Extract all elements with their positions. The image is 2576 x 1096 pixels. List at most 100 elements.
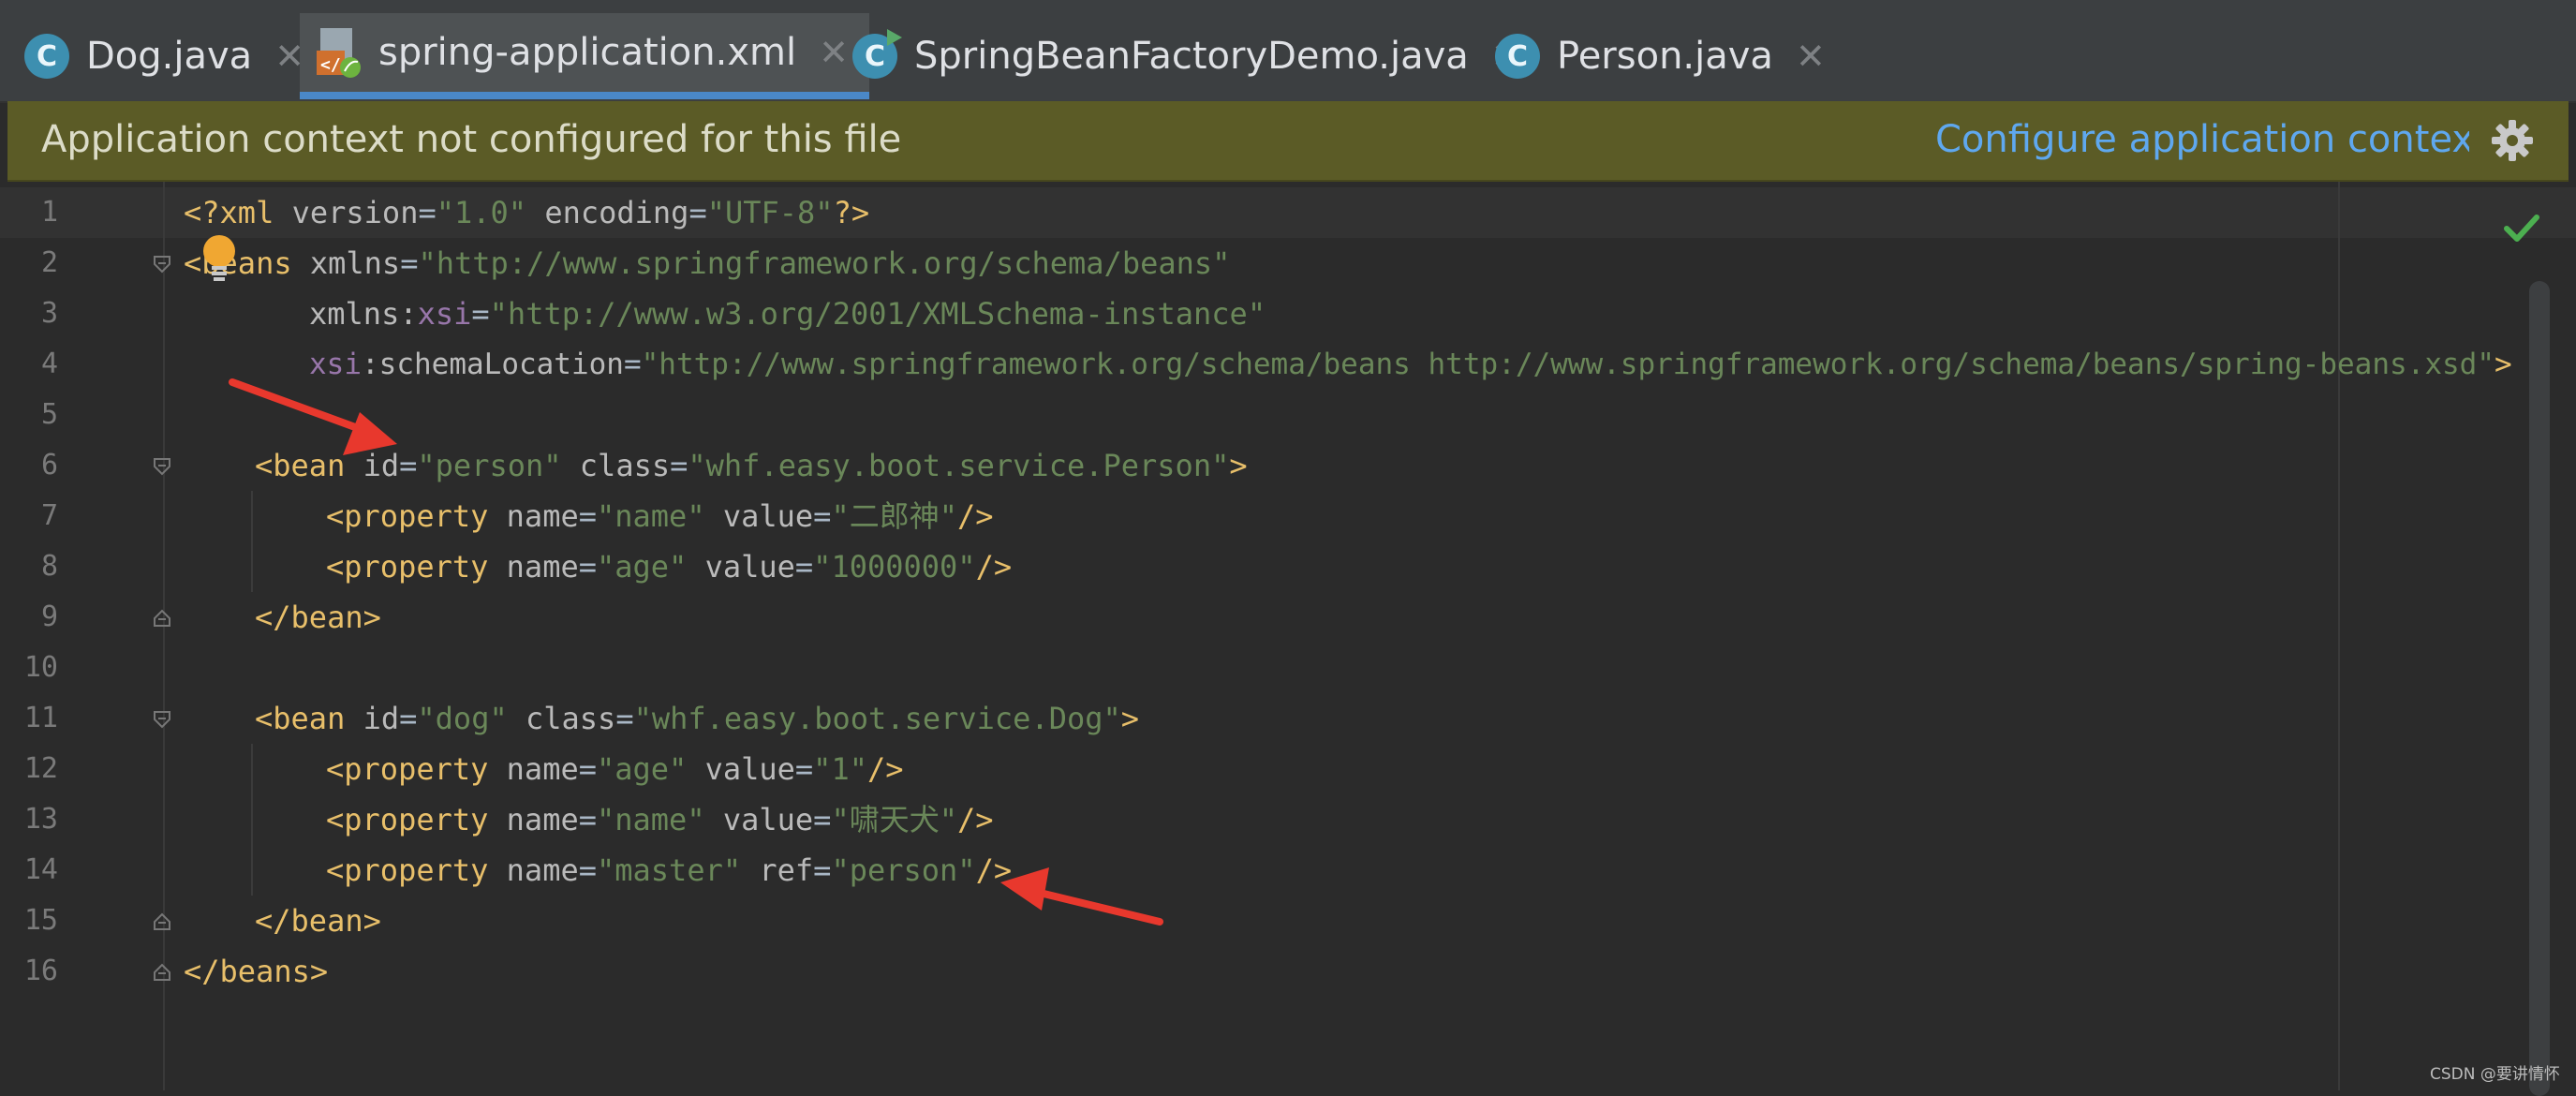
- eq: =: [794, 751, 814, 787]
- xml-prolog-close: ?>: [833, 195, 870, 230]
- line-number: 5: [40, 398, 58, 431]
- tag-self-close: />: [866, 751, 904, 787]
- gear-icon[interactable]: [2490, 118, 2535, 163]
- val-name: "name": [596, 802, 705, 837]
- eq: =: [578, 549, 597, 585]
- attr-value: value: [704, 549, 795, 585]
- class-icon-letter: C: [864, 39, 886, 73]
- close-tab-icon[interactable]: ✕: [819, 35, 849, 70]
- val-value: "1000000": [813, 549, 976, 585]
- line-number: 3: [40, 297, 58, 330]
- eq: =: [578, 852, 597, 888]
- tab-label: spring-application.xml: [378, 31, 797, 74]
- code-line-2: <beans xmlns="http://www.springframework…: [184, 238, 1230, 289]
- code-line-1: <?xml version="1.0" encoding="UTF-8"?>: [184, 187, 869, 238]
- class-icon: C: [24, 34, 69, 79]
- code-line-15: </bean>: [255, 903, 381, 939]
- tag-property: property: [344, 802, 489, 837]
- line-number: 9: [40, 600, 58, 633]
- val-name: "master": [596, 852, 742, 888]
- attr-name: name: [506, 751, 579, 787]
- eq: =: [813, 852, 832, 888]
- tag-property: property: [344, 498, 489, 534]
- vertical-scrollbar[interactable]: [2529, 281, 2550, 1096]
- val-version: "1.0": [436, 195, 527, 230]
- val-encoding: "UTF-8": [706, 195, 834, 230]
- val-name: "age": [596, 549, 688, 585]
- inspection-ok-check-icon[interactable]: [2501, 208, 2542, 249]
- attr-xmlns: xmlns: [309, 245, 401, 281]
- eq: =: [670, 448, 688, 483]
- tag-bracket: <: [326, 549, 345, 585]
- eq: =: [623, 348, 642, 381]
- line-number: 16: [23, 955, 58, 987]
- val-name: "age": [596, 751, 688, 787]
- colon: :: [362, 348, 379, 381]
- colon: :: [399, 296, 418, 332]
- editor-tab-bar: C Dog.java ✕ </ spring-application.xml ✕…: [0, 0, 2576, 103]
- attr-schema-location: schemaLocation: [378, 348, 624, 381]
- attr-value: value: [722, 802, 814, 837]
- watermark: CSDN @要讲情怀: [2430, 1065, 2560, 1084]
- close-tab-icon[interactable]: ✕: [1796, 38, 1826, 74]
- tag-bracket: >: [1120, 701, 1140, 736]
- tab-spring-application-xml[interactable]: </ spring-application.xml ✕: [300, 13, 869, 99]
- code-line-14: <property name="master" ref="person"/>: [326, 845, 1012, 896]
- tag-property: property: [344, 852, 489, 888]
- svg-text:</: </: [320, 55, 341, 75]
- tag-bean: bean: [273, 448, 346, 483]
- line-number: 8: [40, 550, 58, 583]
- fold-marker-icon[interactable]: [153, 710, 171, 729]
- line-number: 7: [40, 499, 58, 532]
- fold-end-marker-icon[interactable]: [153, 609, 171, 628]
- indent-guide: [251, 744, 253, 896]
- fold-end-marker-icon[interactable]: [153, 912, 171, 931]
- attr-version: version: [291, 195, 419, 230]
- fold-marker-icon[interactable]: [153, 457, 171, 476]
- class-icon-letter: C: [36, 39, 58, 73]
- tag-bracket: <: [326, 802, 345, 837]
- tag-self-close: />: [975, 549, 1013, 585]
- fold-end-marker-icon[interactable]: [153, 963, 171, 982]
- attr-name: name: [506, 802, 579, 837]
- tag-self-close: />: [956, 498, 994, 534]
- tag-self-close: />: [975, 852, 1013, 888]
- eq: =: [794, 549, 814, 585]
- eq: =: [400, 245, 419, 281]
- tag-self-close: />: [956, 802, 994, 837]
- tab-person-java[interactable]: C Person.java ✕: [1495, 13, 1826, 99]
- eq: =: [813, 802, 832, 837]
- attr-encoding: encoding: [544, 195, 689, 230]
- tab-label: SpringBeanFactoryDemo.java: [914, 35, 1469, 78]
- tag-bracket: >: [2494, 348, 2512, 381]
- line-number: 6: [40, 449, 58, 481]
- code-line-8: <property name="age" value="1000000"/>: [326, 541, 1012, 592]
- tag-bracket: <: [326, 498, 345, 534]
- tab-springbeanfactorydemo-java[interactable]: C SpringBeanFactoryDemo.java ✕: [852, 13, 1521, 99]
- tag-bean: bean: [273, 701, 346, 736]
- tag-property: property: [344, 549, 489, 585]
- configure-context-link[interactable]: Configure application context: [1935, 118, 2469, 161]
- eq: =: [578, 751, 597, 787]
- xml-code-editor[interactable]: 1 2 3 4 5 6 7 8 9 10 11 12 13 14 15 16 <…: [0, 182, 2576, 1096]
- tab-label: Person.java: [1557, 35, 1773, 78]
- eq: =: [418, 195, 437, 230]
- code-line-3: xmlns:xsi="http://www.w3.org/2001/XMLSch…: [309, 289, 1266, 339]
- val-xsi: "http://www.w3.org/2001/XMLSchema-instan…: [489, 296, 1266, 332]
- tab-dog-java[interactable]: C Dog.java ✕: [24, 13, 304, 99]
- code-line-13: <property name="name" value="啸天犬"/>: [326, 794, 994, 845]
- attr-value: value: [704, 751, 795, 787]
- val-value: "啸天犬": [831, 802, 957, 837]
- fold-marker-icon[interactable]: [153, 255, 171, 274]
- attr-class: class: [525, 701, 616, 736]
- lightbulb-icon[interactable]: [200, 234, 238, 283]
